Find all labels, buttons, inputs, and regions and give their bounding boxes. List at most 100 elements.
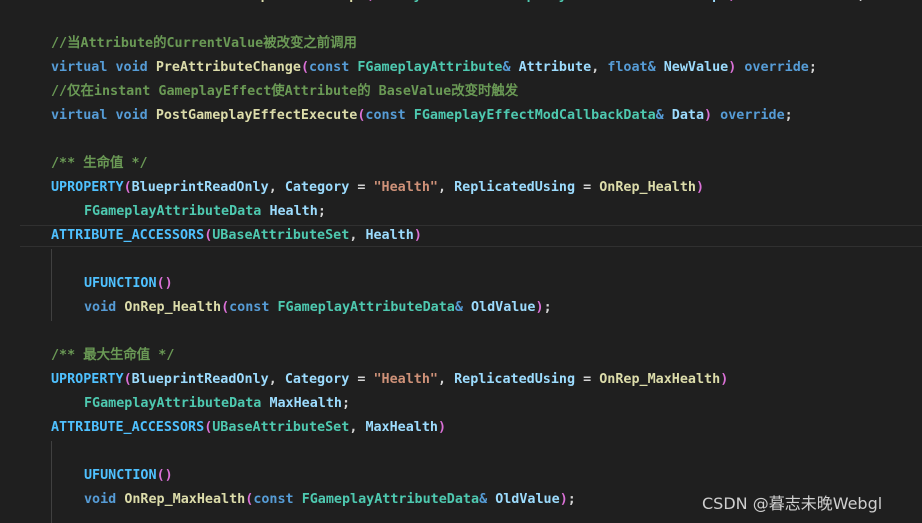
- code-text: ATTRIBUTE_ACCESSORS(UBaseAttributeSet, M…: [51, 416, 446, 440]
- code-token: void: [116, 0, 156, 3]
- code-token: /** 最大生命值 */: [51, 348, 175, 363]
- code-token: UFUNCTION: [84, 468, 157, 483]
- code-line-16[interactable]: /** 最大生命值 */: [0, 344, 922, 368]
- code-token: ReplicatedUsing: [454, 372, 576, 387]
- code-token: ;: [857, 0, 865, 3]
- code-token: OutLifetimeProps: [599, 0, 728, 3]
- code-token: NewValue: [663, 60, 729, 75]
- code-token: (: [221, 300, 230, 315]
- code-token: const: [736, 0, 792, 3]
- code-text: UPROPERTY(BlueprintReadOnly, Category = …: [51, 368, 728, 392]
- code-token: override: [793, 0, 858, 3]
- code-text: virtual void PreAttributeChange(const FG…: [51, 56, 817, 80]
- code-token: Health: [269, 204, 318, 219]
- code-line-17[interactable]: UPROPERTY(BlueprintReadOnly, Category = …: [0, 368, 922, 392]
- code-token: OnRep_MaxHealth: [599, 372, 721, 387]
- code-line-9[interactable]: UPROPERTY(BlueprintReadOnly, Category = …: [0, 176, 922, 200]
- code-line-11[interactable]: ATTRIBUTE_ACCESSORS(UBaseAttributeSet, H…: [0, 224, 922, 248]
- code-token: "Health": [373, 180, 439, 195]
- code-text: UFUNCTION(): [84, 272, 173, 296]
- code-text: /** 生命值 */: [51, 152, 148, 176]
- code-token: > &: [567, 0, 599, 3]
- code-token: (): [156, 468, 173, 483]
- code-line-8[interactable]: /** 生命值 */: [0, 152, 922, 176]
- code-token: ;: [342, 396, 351, 411]
- code-token: UPROPERTY: [51, 372, 124, 387]
- code-line-20[interactable]: [0, 440, 922, 464]
- code-token: ): [559, 492, 568, 507]
- code-token: ,: [438, 372, 455, 387]
- code-text: UFUNCTION(): [84, 464, 173, 488]
- code-token: /** 生命值 */: [51, 156, 148, 171]
- code-token: FGameplayAttributeData: [84, 204, 270, 219]
- code-token: "Health": [373, 372, 439, 387]
- code-token: ;: [567, 492, 576, 507]
- code-line-18[interactable]: FGameplayAttributeData MaxHealth;: [0, 392, 922, 416]
- code-token: void: [84, 492, 125, 507]
- code-token: void: [115, 60, 156, 75]
- code-token: TArray: [373, 0, 421, 3]
- code-line-7[interactable]: [0, 128, 922, 152]
- code-text: /** 最大生命值 */: [51, 344, 174, 368]
- code-token: ,: [591, 60, 608, 75]
- code-line-14[interactable]: void OnRep_Health(const FGameplayAttribu…: [0, 296, 922, 320]
- code-token: //当Attribute的CurrentValue被改变之前调用: [51, 36, 357, 51]
- code-line-5[interactable]: //仅在instant GameplayEffect使Attribute的 Ba…: [0, 80, 922, 104]
- code-token: =: [349, 372, 374, 387]
- code-token: ,: [438, 180, 455, 195]
- code-line-3[interactable]: //当Attribute的CurrentValue被改变之前调用: [0, 32, 922, 56]
- code-token: ATTRIBUTE_ACCESSORS: [51, 420, 205, 435]
- code-token: OnRep_Health: [124, 300, 222, 315]
- code-line-4[interactable]: virtual void PreAttributeChange(const FG…: [0, 56, 922, 80]
- code-token: UBaseAttributeSet: [212, 420, 350, 435]
- code-token: FGameplayEffectModCallbackData: [413, 108, 656, 123]
- code-token: const: [229, 300, 278, 315]
- code-token: &: [454, 300, 471, 315]
- code-token: override: [736, 60, 809, 75]
- code-text: FGameplayAttributeData MaxHealth;: [84, 392, 350, 416]
- code-text: FGameplayAttributeData Health;: [84, 200, 326, 224]
- code-text: ATTRIBUTE_ACCESSORS(UBaseAttributeSet, H…: [51, 224, 422, 248]
- code-token: PreAttributeChange: [155, 60, 301, 75]
- code-token: ): [438, 420, 447, 435]
- code-token: virtual: [51, 108, 116, 123]
- code-token: <: [422, 0, 430, 3]
- code-token: MaxHealth: [269, 396, 342, 411]
- code-token: ;: [543, 300, 552, 315]
- code-line-13[interactable]: UFUNCTION(): [0, 272, 922, 296]
- code-line-1[interactable]: virtual void GetLifetimeReplicatedProps(…: [0, 0, 922, 8]
- code-token: OldValue: [495, 492, 560, 507]
- code-token: (): [156, 276, 173, 291]
- code-token: PostGameplayEffectExecute: [155, 108, 358, 123]
- code-token: BlueprintReadOnly: [131, 180, 269, 195]
- code-token: ;: [808, 60, 817, 75]
- code-token: void: [84, 300, 125, 315]
- code-token: ): [720, 372, 729, 387]
- code-token: OldValue: [471, 300, 536, 315]
- code-line-6[interactable]: virtual void PostGameplayEffectExecute(c…: [0, 104, 922, 128]
- code-line-2[interactable]: [0, 8, 922, 32]
- code-text: virtual void GetLifetimeReplicatedProps(…: [51, 0, 865, 8]
- code-token: Attribute: [518, 60, 592, 75]
- code-line-21[interactable]: UFUNCTION(): [0, 464, 922, 488]
- code-line-12[interactable]: [0, 248, 922, 272]
- code-text: UPROPERTY(BlueprintReadOnly, Category = …: [51, 176, 704, 200]
- code-token: const: [253, 492, 302, 507]
- code-token: Category: [284, 180, 350, 195]
- code-token: void: [115, 108, 156, 123]
- code-token: FGameplayAttributeData: [84, 396, 270, 411]
- code-line-10[interactable]: FGameplayAttributeData Health;: [0, 200, 922, 224]
- code-token: OnRep_MaxHealth: [124, 492, 246, 507]
- code-token: ATTRIBUTE_ACCESSORS: [51, 228, 205, 243]
- code-token: ,: [268, 180, 285, 195]
- code-token: (: [123, 180, 132, 195]
- code-token: FGameplayAttributeData: [277, 300, 455, 315]
- code-token: ): [704, 108, 713, 123]
- code-editor[interactable]: virtual void GetLifetimeReplicatedProps (…: [0, 0, 922, 523]
- code-token: &: [647, 60, 664, 75]
- code-line-19[interactable]: ATTRIBUTE_ACCESSORS(UBaseAttributeSet, M…: [0, 416, 922, 440]
- code-line-15[interactable]: [0, 320, 922, 344]
- code-token: ,: [268, 372, 285, 387]
- code-text: //当Attribute的CurrentValue被改变之前调用: [51, 32, 357, 56]
- code-token: (: [123, 372, 132, 387]
